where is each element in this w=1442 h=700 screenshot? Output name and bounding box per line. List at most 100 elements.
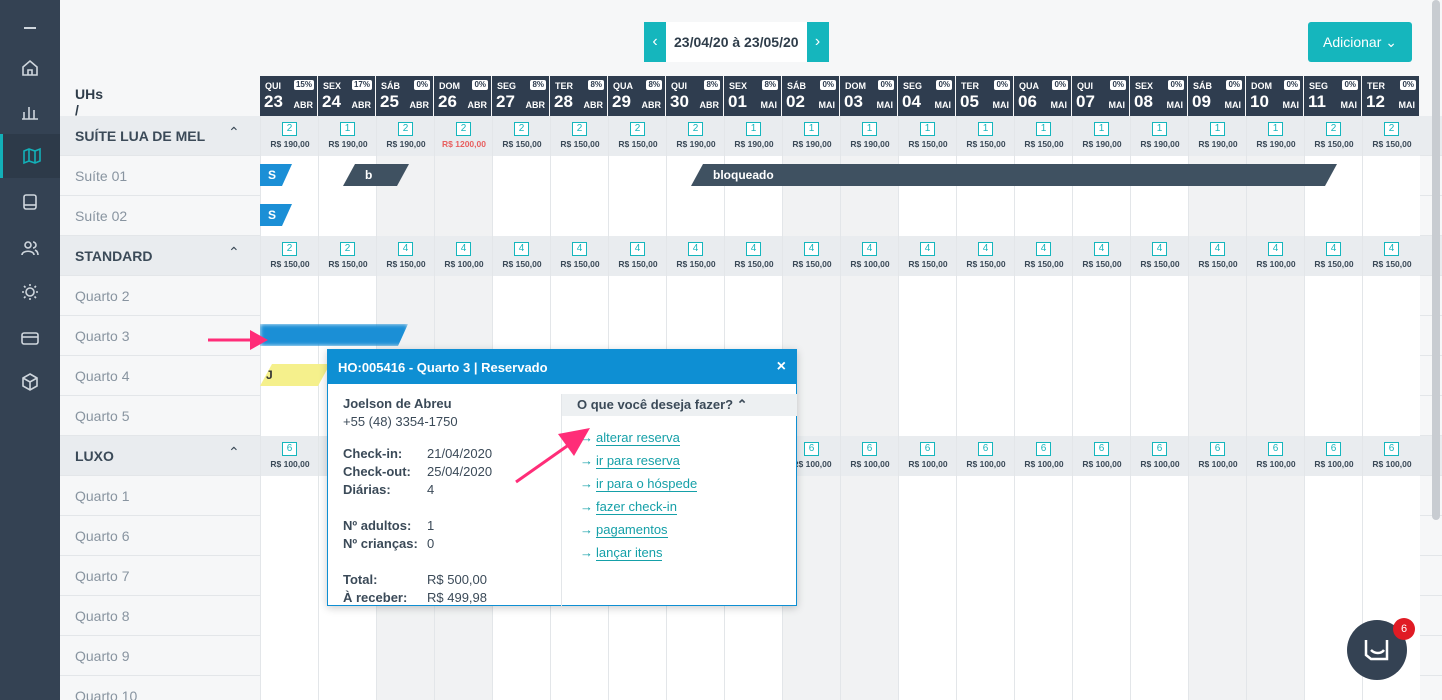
map-icon[interactable]: [0, 134, 60, 178]
day-cell[interactable]: [1246, 396, 1304, 436]
day-cell[interactable]: [434, 636, 492, 676]
day-cell[interactable]: [1362, 276, 1420, 316]
day-cell[interactable]: [898, 556, 956, 596]
day-cell[interactable]: [1246, 516, 1304, 556]
day-cell[interactable]: [1362, 316, 1420, 356]
day-cell[interactable]: [840, 276, 898, 316]
collapse-chevron-icon[interactable]: ⌃: [228, 124, 240, 141]
day-cell[interactable]: [1188, 356, 1246, 396]
day-cell[interactable]: [1362, 196, 1420, 236]
home-icon[interactable]: [0, 46, 60, 90]
room-name[interactable]: Quarto 6: [75, 528, 129, 544]
day-cell[interactable]: [666, 676, 724, 700]
rate-cell[interactable]: 4 R$ 150,00: [550, 236, 608, 276]
day-cell[interactable]: [260, 476, 318, 516]
day-cell[interactable]: [1304, 196, 1362, 236]
room-name[interactable]: Quarto 1: [75, 488, 129, 504]
menu-icon[interactable]: [0, 6, 60, 50]
day-cell[interactable]: [608, 196, 666, 236]
day-cell[interactable]: [1014, 516, 1072, 556]
book-icon[interactable]: [0, 180, 60, 224]
day-cell[interactable]: [260, 276, 318, 316]
day-cell[interactable]: [1304, 396, 1362, 436]
day-cell[interactable]: [1014, 196, 1072, 236]
day-cell[interactable]: [1014, 556, 1072, 596]
day-cell[interactable]: [724, 676, 782, 700]
rate-cell[interactable]: 6 R$ 100,00: [1014, 436, 1072, 476]
day-cell[interactable]: [1188, 276, 1246, 316]
vertical-scrollbar[interactable]: [1432, 0, 1440, 520]
day-cell[interactable]: [260, 596, 318, 636]
day-cell[interactable]: [1246, 356, 1304, 396]
day-cell[interactable]: [666, 276, 724, 316]
rate-cell[interactable]: 4 R$ 150,00: [1304, 236, 1362, 276]
day-cell[interactable]: [1304, 356, 1362, 396]
day-cell[interactable]: [724, 276, 782, 316]
day-cell[interactable]: [898, 316, 956, 356]
action-link[interactable]: → pagamentos: [580, 522, 668, 538]
day-cell[interactable]: [492, 196, 550, 236]
day-cell[interactable]: [956, 276, 1014, 316]
day-cell[interactable]: [1130, 516, 1188, 556]
day-cell[interactable]: [434, 676, 492, 700]
room-name[interactable]: Suíte 02: [75, 208, 127, 224]
day-cell[interactable]: [1246, 316, 1304, 356]
day-cell[interactable]: [956, 316, 1014, 356]
day-cell[interactable]: [1072, 356, 1130, 396]
room-name[interactable]: Quarto 3: [75, 328, 129, 344]
day-cell[interactable]: [608, 276, 666, 316]
day-cell[interactable]: [840, 596, 898, 636]
day-cell[interactable]: [1246, 676, 1304, 700]
day-cell[interactable]: [1362, 516, 1420, 556]
day-cell[interactable]: [550, 636, 608, 676]
day-cell[interactable]: [608, 156, 666, 196]
day-cell[interactable]: [840, 316, 898, 356]
day-cell[interactable]: [1304, 516, 1362, 556]
rate-cell[interactable]: 6 R$ 100,00: [1246, 436, 1304, 476]
day-cell[interactable]: [1130, 476, 1188, 516]
day-cell[interactable]: [1188, 396, 1246, 436]
day-cell[interactable]: [1362, 476, 1420, 516]
day-cell[interactable]: [898, 476, 956, 516]
rate-cell[interactable]: 4 R$ 150,00: [1130, 236, 1188, 276]
rate-cell[interactable]: 2 R$ 150,00: [318, 236, 376, 276]
day-cell[interactable]: [1072, 396, 1130, 436]
action-link[interactable]: → ir para o hóspede: [580, 476, 698, 492]
day-cell[interactable]: [1072, 556, 1130, 596]
day-cell[interactable]: [898, 676, 956, 700]
rate-cell[interactable]: 4 R$ 150,00: [1362, 236, 1420, 276]
rate-cell[interactable]: 6 R$ 100,00: [840, 436, 898, 476]
rate-cell[interactable]: 4 R$ 100,00: [840, 236, 898, 276]
rate-cell[interactable]: 2 R$ 190,00: [666, 116, 724, 156]
day-cell[interactable]: [1304, 276, 1362, 316]
sun-icon[interactable]: [0, 270, 60, 314]
rate-cell[interactable]: 4 R$ 150,00: [608, 236, 666, 276]
add-button[interactable]: Adicionar ⌄: [1308, 22, 1412, 62]
day-cell[interactable]: [1130, 396, 1188, 436]
rate-cell[interactable]: 4 R$ 150,00: [898, 236, 956, 276]
day-cell[interactable]: [1362, 356, 1420, 396]
room-name[interactable]: Quarto 2: [75, 288, 129, 304]
day-cell[interactable]: [1130, 276, 1188, 316]
chat-launcher[interactable]: 6: [1347, 618, 1415, 680]
action-link[interactable]: → ir para reserva: [580, 453, 680, 469]
day-cell[interactable]: [1130, 196, 1188, 236]
day-cell[interactable]: [1014, 476, 1072, 516]
users-icon[interactable]: [0, 226, 60, 270]
next-period-button[interactable]: ›: [806, 22, 829, 62]
rate-cell[interactable]: 1 R$ 150,00: [956, 116, 1014, 156]
collapse-chevron-icon[interactable]: ⌃: [228, 444, 240, 461]
rate-cell[interactable]: 2 R$ 150,00: [492, 116, 550, 156]
rate-cell[interactable]: 6 R$ 100,00: [1130, 436, 1188, 476]
day-cell[interactable]: [840, 196, 898, 236]
room-name[interactable]: Quarto 5: [75, 408, 129, 424]
day-cell[interactable]: [1246, 196, 1304, 236]
day-cell[interactable]: [956, 556, 1014, 596]
day-cell[interactable]: [1362, 676, 1420, 700]
day-cell[interactable]: [492, 636, 550, 676]
day-cell[interactable]: [1246, 476, 1304, 516]
reservation-bar[interactable]: bloqueado: [691, 164, 1337, 186]
day-cell[interactable]: [898, 196, 956, 236]
day-cell[interactable]: [1246, 596, 1304, 636]
day-cell[interactable]: [840, 556, 898, 596]
